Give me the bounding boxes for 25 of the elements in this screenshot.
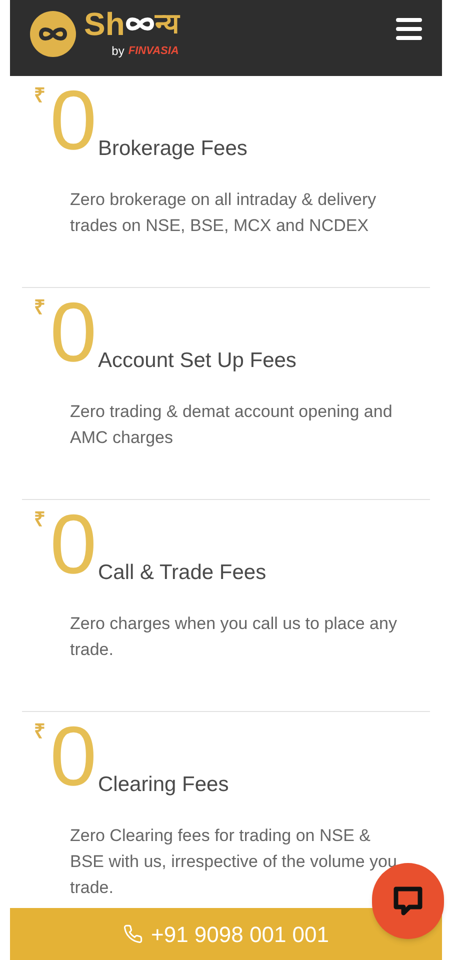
- phone-icon: [122, 924, 143, 944]
- card-description: Zero charges when you call us to place any trade.: [70, 613, 398, 661]
- byline-text: by: [112, 43, 124, 60]
- card-title: Clearing Fees: [98, 774, 229, 795]
- rupee-symbol: ₹: [34, 510, 45, 530]
- brand-text: FINVASIA: [128, 44, 179, 59]
- zero-numeral: 0: [50, 292, 97, 372]
- zero-numeral: 0: [50, 80, 97, 160]
- zero-numeral: 0: [50, 716, 97, 796]
- card-title: Account Set Up Fees: [98, 350, 296, 371]
- rupee-symbol: ₹: [34, 722, 45, 742]
- logo-text: Sh: [84, 5, 125, 44]
- rupee-symbol: ₹: [34, 86, 45, 106]
- menu-button[interactable]: [396, 18, 422, 40]
- card-title: Call & Trade Fees: [98, 562, 266, 583]
- zero-numeral: 0: [50, 504, 97, 584]
- card-description: Zero trading & demat account opening and AMC charges: [70, 401, 394, 449]
- card-title: Brokerage Fees: [98, 138, 248, 159]
- infinity-icon: [38, 26, 68, 42]
- card-description: Zero brokerage on all intraday & delivery trades on NSE, BSE, MCX and NCDEX: [70, 189, 378, 237]
- infinity-icon: [124, 16, 155, 32]
- rupee-symbol: ₹: [34, 298, 45, 318]
- logo-text: न्य: [154, 7, 179, 41]
- call-bar[interactable]: +91 9098 001 001: [10, 908, 442, 960]
- card-description: Zero Clearing fees for trading on NSE & BSE with us, irrespective of the volume you trade.: [70, 825, 398, 899]
